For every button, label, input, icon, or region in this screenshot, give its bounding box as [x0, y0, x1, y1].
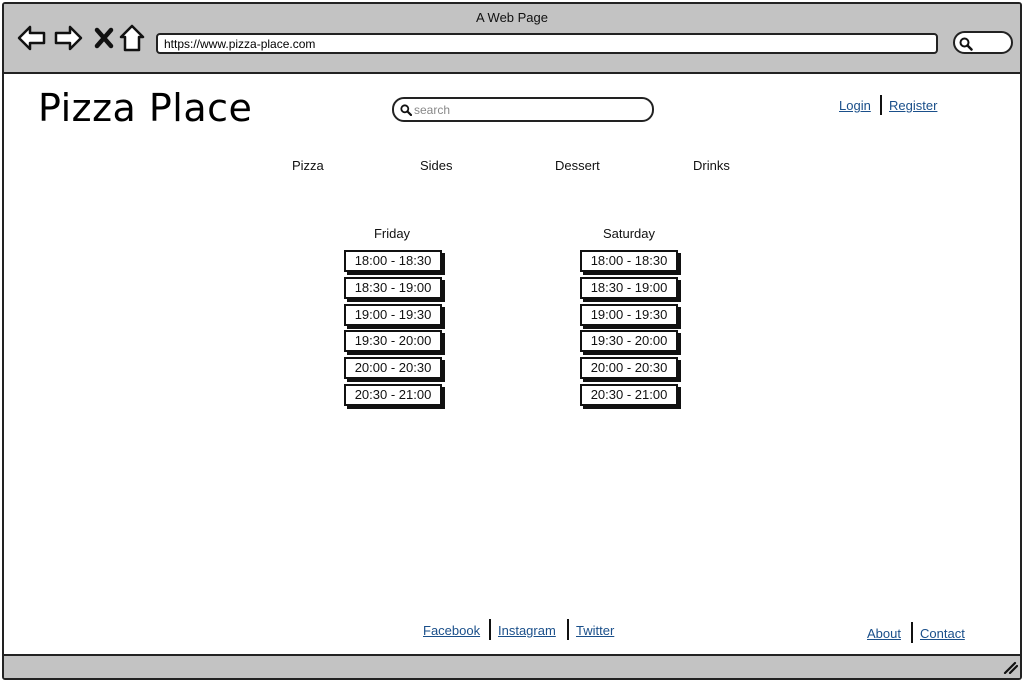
header-divider: [880, 95, 882, 115]
menu-item-dessert[interactable]: Dessert: [555, 158, 600, 173]
time-slot-saturday-5[interactable]: 20:00 - 20:30: [580, 357, 678, 379]
menu-item-sides[interactable]: Sides: [420, 158, 453, 173]
time-slot-friday-3[interactable]: 19:00 - 19:30: [344, 304, 442, 326]
browser-search-button[interactable]: [953, 31, 1013, 54]
close-icon: [94, 27, 114, 49]
login-link[interactable]: Login: [839, 98, 871, 113]
search-input[interactable]: [414, 101, 644, 119]
menu-item-drinks[interactable]: Drinks: [693, 158, 730, 173]
register-link[interactable]: Register: [889, 98, 937, 113]
time-slot-friday-6[interactable]: 20:30 - 21:00: [344, 384, 442, 406]
time-slot-saturday-4[interactable]: 19:30 - 20:00: [580, 330, 678, 352]
footer-link-twitter[interactable]: Twitter: [576, 623, 614, 638]
search-icon: [400, 104, 412, 116]
footer-divider: [911, 622, 913, 643]
time-slot-saturday-6[interactable]: 20:30 - 21:00: [580, 384, 678, 406]
back-arrow-icon: [17, 25, 46, 51]
time-slot-saturday-2[interactable]: 18:30 - 19:00: [580, 277, 678, 299]
search-icon: [959, 37, 973, 51]
time-slot-friday-1[interactable]: 18:00 - 18:30: [344, 250, 442, 272]
address-bar[interactable]: https://www.pizza-place.com: [156, 33, 938, 54]
time-slot-saturday-1[interactable]: 18:00 - 18:30: [580, 250, 678, 272]
site-logo[interactable]: Pizza Place: [38, 86, 252, 130]
home-icon: [119, 24, 145, 52]
back-button[interactable]: [16, 22, 48, 54]
footer-link-facebook[interactable]: Facebook: [423, 623, 480, 638]
browser-window: A Web Page https://www.pizza-place.com P…: [2, 2, 1022, 680]
resize-grip-icon[interactable]: [1002, 660, 1018, 674]
footer-link-instagram[interactable]: Instagram: [498, 623, 556, 638]
menu-item-pizza[interactable]: Pizza: [292, 158, 324, 173]
site-search[interactable]: [392, 97, 654, 122]
footer-link-about[interactable]: About: [867, 626, 901, 641]
forward-button[interactable]: [52, 22, 84, 54]
time-slot-friday-2[interactable]: 18:30 - 19:00: [344, 277, 442, 299]
time-slot-saturday-3[interactable]: 19:00 - 19:30: [580, 304, 678, 326]
footer-link-contact[interactable]: Contact: [920, 626, 965, 641]
home-button[interactable]: [116, 22, 148, 54]
time-slot-friday-5[interactable]: 20:00 - 20:30: [344, 357, 442, 379]
footer-divider: [567, 619, 569, 640]
forward-arrow-icon: [54, 25, 83, 51]
status-bar: [4, 654, 1020, 678]
window-title: A Web Page: [475, 10, 549, 25]
footer-divider: [489, 619, 491, 640]
day-heading-friday: Friday: [373, 226, 411, 241]
time-slot-friday-4[interactable]: 19:30 - 20:00: [344, 330, 442, 352]
browser-chrome: A Web Page https://www.pizza-place.com: [4, 4, 1020, 74]
day-heading-saturday: Saturday: [602, 226, 656, 241]
